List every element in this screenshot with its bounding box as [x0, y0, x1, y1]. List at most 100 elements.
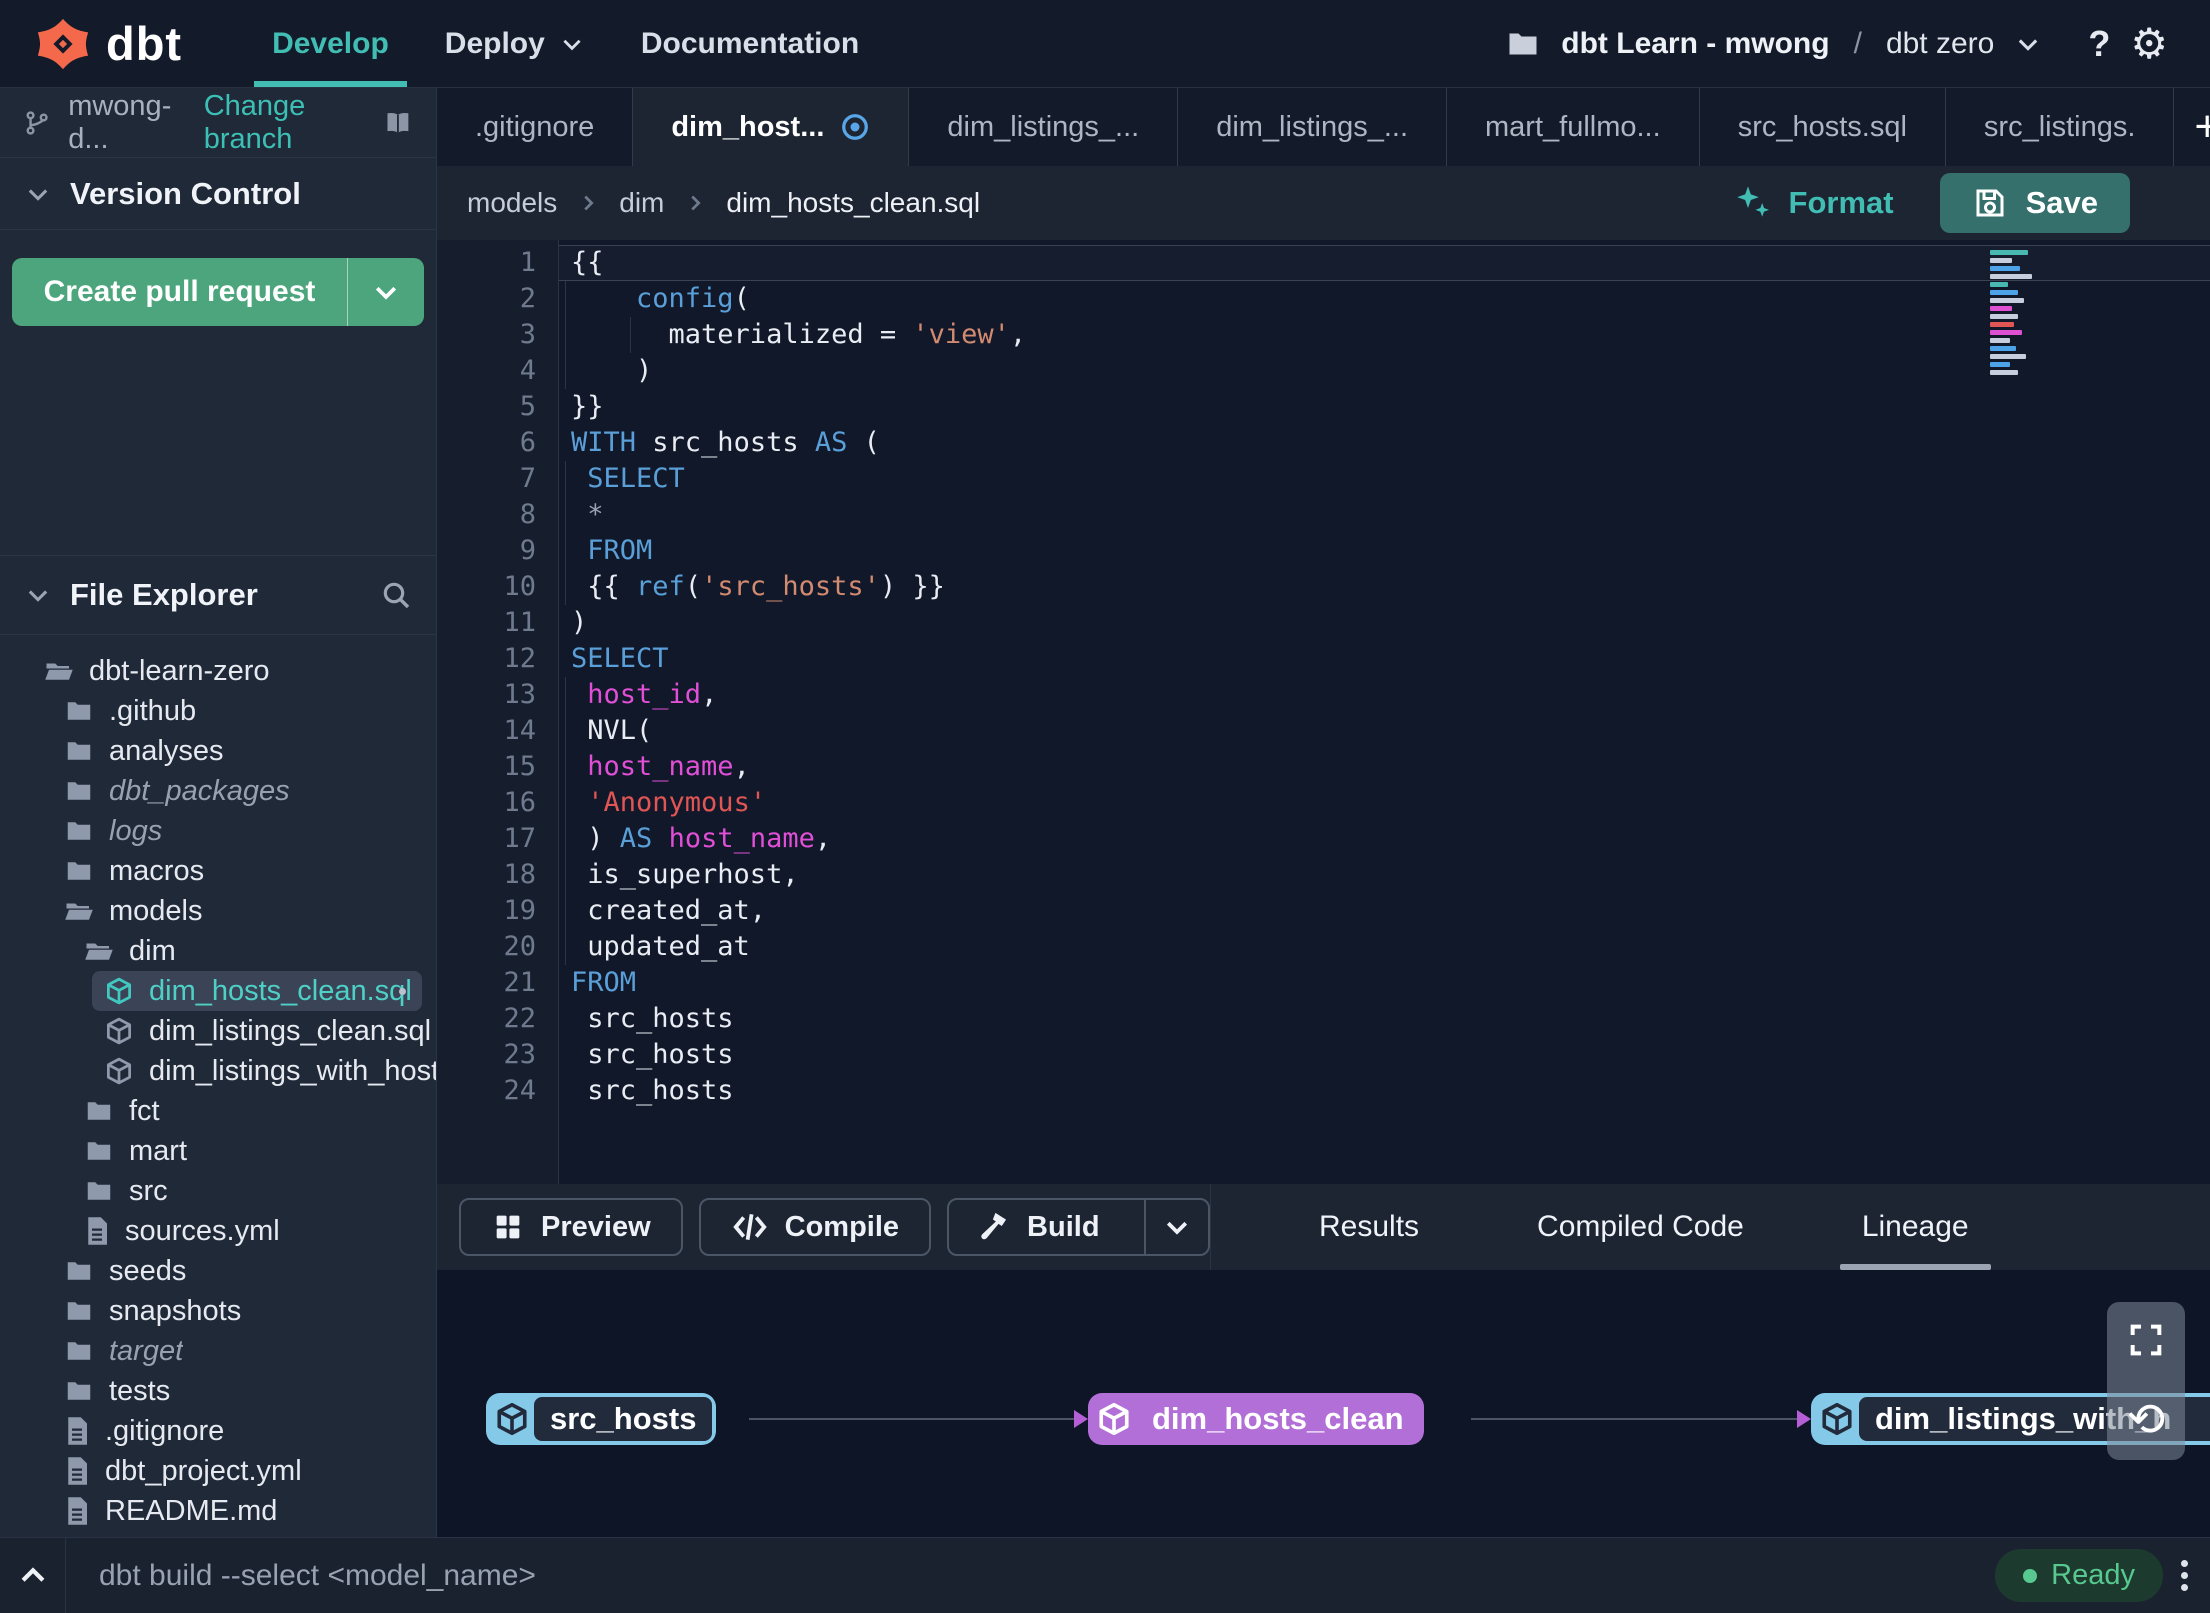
lineage-node-src-hosts[interactable]: src_hosts — [486, 1393, 717, 1445]
code-line[interactable]: }} — [559, 389, 2210, 425]
tree-item[interactable]: macros — [0, 851, 436, 891]
panel-tab-results[interactable]: Results — [1319, 1184, 1419, 1270]
help-icon[interactable]: ? — [2088, 23, 2110, 65]
build-main[interactable]: Build — [949, 1200, 1128, 1254]
code-line[interactable]: SELECT — [559, 461, 2210, 497]
editor-tab[interactable]: dim_listings_... — [1178, 88, 1448, 166]
code-line[interactable]: src_hosts — [559, 1037, 2210, 1073]
tree-item[interactable]: models — [0, 891, 436, 931]
code-line[interactable]: ) — [559, 605, 2210, 641]
editor-tab[interactable]: src_hosts.sql — [1700, 88, 1946, 166]
environment-name[interactable]: dbt zero — [1886, 27, 1994, 61]
compile-button[interactable]: Compile — [698, 1198, 932, 1256]
panel-tab-lineage[interactable]: Lineage — [1839, 1184, 1991, 1270]
breadcrumb-item[interactable]: models — [467, 187, 557, 219]
node-label: src_hosts — [534, 1397, 713, 1441]
tree-item-label: dim_hosts_clean.sql — [149, 974, 412, 1007]
tree-item[interactable]: dim_listings_with_hosts... — [0, 1051, 436, 1091]
nav-item-develop[interactable]: Develop — [244, 0, 417, 87]
search-icon[interactable] — [380, 579, 412, 611]
create-pull-request-label[interactable]: Create pull request — [12, 258, 348, 326]
sidebar: mwong-d... Change branch Version Control… — [0, 88, 437, 1537]
code-line[interactable]: {{ — [559, 245, 2210, 281]
expand-command-bar-button[interactable] — [0, 1538, 66, 1613]
tree-item-label: sources.yml — [125, 1214, 280, 1247]
code-line[interactable]: ) AS host_name, — [559, 821, 2210, 857]
format-button[interactable]: Format — [1733, 183, 1894, 223]
tree-item[interactable]: dbt-learn-zero — [0, 651, 436, 691]
editor-tab[interactable]: dim_host... — [633, 88, 910, 166]
version-control-header[interactable]: Version Control — [0, 158, 436, 230]
code-line[interactable]: FROM — [559, 965, 2210, 1001]
tree-item[interactable]: analyses — [0, 731, 436, 771]
editor-tab[interactable]: mart_fullmo... — [1447, 88, 1700, 166]
code-line[interactable]: materialized = 'view', — [559, 317, 2210, 353]
save-button[interactable]: Save — [1939, 173, 2130, 233]
nav-item-documentation[interactable]: Documentation — [613, 0, 887, 87]
code-line[interactable]: ) — [559, 353, 2210, 389]
code-area[interactable]: {{ config( materialized = 'view', )}} WIT… — [559, 240, 2210, 1184]
create-pull-request-button[interactable]: Create pull request — [12, 258, 424, 326]
code-line[interactable]: host_id, — [559, 677, 2210, 713]
editor-tab[interactable]: .gitignore — [437, 88, 634, 166]
build-menu-button[interactable] — [1143, 1200, 1208, 1254]
tree-item[interactable]: dbt_packages — [0, 771, 436, 811]
code-line[interactable]: updated_at — [559, 929, 2210, 965]
code-line[interactable]: FROM — [559, 533, 2210, 569]
code-line[interactable]: * — [559, 497, 2210, 533]
pull-request-menu-button[interactable] — [348, 258, 424, 326]
code-line[interactable]: src_hosts — [559, 1073, 2210, 1109]
tree-item[interactable]: target — [0, 1331, 436, 1371]
tree-item[interactable]: tests — [0, 1371, 436, 1411]
minimap[interactable] — [1990, 250, 2046, 378]
tree-item[interactable]: mart — [0, 1131, 436, 1171]
code-line[interactable]: is_superhost, — [559, 857, 2210, 893]
tree-item[interactable]: src — [0, 1171, 436, 1211]
tree-item[interactable]: seeds — [0, 1251, 436, 1291]
new-tab-button[interactable]: + — [2174, 88, 2210, 166]
nav-item-deploy[interactable]: Deploy — [417, 0, 613, 87]
tree-item[interactable]: fct — [0, 1091, 436, 1131]
code-line[interactable]: {{ ref('src_hosts') }} — [559, 569, 2210, 605]
code-line[interactable]: src_hosts — [559, 1001, 2210, 1037]
dbt-logo[interactable]: dbt — [34, 15, 182, 73]
tree-item-label: dim — [129, 934, 176, 967]
command-input[interactable]: dbt build --select <model_name> — [66, 1559, 1995, 1593]
build-button[interactable]: Build — [947, 1198, 1210, 1256]
tree-item[interactable]: logs — [0, 811, 436, 851]
change-branch-link[interactable]: Change branch — [204, 90, 366, 156]
tree-item[interactable]: dim — [0, 931, 436, 971]
code-line[interactable]: WITH src_hosts AS ( — [559, 425, 2210, 461]
tree-item[interactable]: dim_hosts_clean.sql — [92, 971, 422, 1011]
line-number: 6 — [519, 427, 536, 458]
tree-item[interactable]: dim_listings_clean.sql — [0, 1011, 436, 1051]
tree-item[interactable]: snapshots — [0, 1291, 436, 1331]
code-line[interactable]: 'Anonymous' — [559, 785, 2210, 821]
editor-tab[interactable]: src_listings. — [1946, 88, 2175, 166]
editor-tab[interactable]: dim_listings_... — [909, 88, 1179, 166]
settings-gear-icon[interactable]: ⚙ — [2130, 22, 2168, 65]
project-folder-icon — [1509, 33, 1537, 54]
panel-tab-compiled-code[interactable]: Compiled Code — [1537, 1184, 1744, 1270]
lineage-node-dim-hosts-clean[interactable]: dim_hosts_clean — [1088, 1393, 1424, 1445]
code-line[interactable]: SELECT — [559, 641, 2210, 677]
tree-item[interactable]: README.md — [0, 1491, 436, 1531]
project-name[interactable]: dbt Learn - mwong — [1561, 27, 1829, 61]
fullscreen-icon[interactable] — [2126, 1320, 2166, 1360]
kebab-menu-icon[interactable] — [2181, 1560, 2188, 1591]
preview-button[interactable]: Preview — [459, 1198, 683, 1256]
file-explorer-header[interactable]: File Explorer — [0, 555, 436, 635]
tree-item[interactable]: .gitignore — [0, 1411, 436, 1451]
chevron-down-icon[interactable] — [2014, 30, 2042, 58]
code-line[interactable]: host_name, — [559, 749, 2210, 785]
tree-item[interactable]: sources.yml — [0, 1211, 436, 1251]
docs-book-icon[interactable] — [384, 106, 412, 140]
code-line[interactable]: config( — [559, 281, 2210, 317]
code-line[interactable]: NVL( — [559, 713, 2210, 749]
breadcrumb-item[interactable]: dim — [619, 187, 664, 219]
tree-item[interactable]: .github — [0, 691, 436, 731]
code-line[interactable]: created_at, — [559, 893, 2210, 929]
tree-item[interactable]: dbt_project.yml — [0, 1451, 436, 1491]
refresh-icon[interactable]: ⟲ — [2127, 1396, 2166, 1442]
code-editor[interactable]: 1 2 3 4 5 6 7 8 9 10 11 12 13 14 15 16 17 18 19 20 21 22 23 24 … — [437, 240, 2210, 1184]
